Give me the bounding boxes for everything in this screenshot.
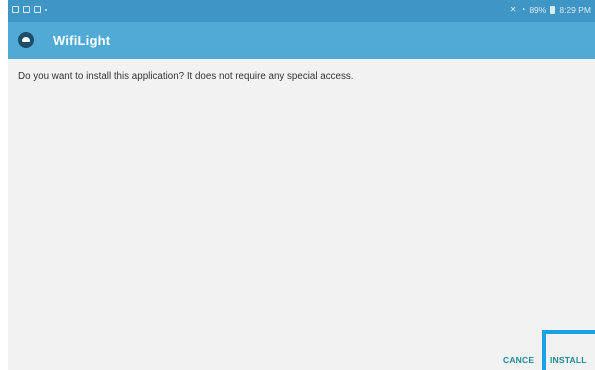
screen-icon [23,6,30,13]
install-message: Do you want to install this application?… [18,71,354,82]
clock: 8:29 PM [559,5,591,15]
image-icon [34,6,41,13]
mute-icon: ✕ [509,5,517,14]
status-bar: ✕ ◔ 89% 8:29 PM [8,0,595,22]
install-button[interactable]: INSTALL [550,355,587,365]
app-bar: WifiLight [8,22,595,59]
app-title: WifiLight [53,33,111,48]
installer-screen: ✕ ◔ 89% 8:29 PM WifiLight Do you want to… [8,0,595,370]
notification-icon [12,6,19,13]
android-icon [18,32,34,48]
status-left-icons [12,6,47,13]
cancel-button[interactable]: CANCE [503,355,534,365]
dot-icon [45,8,47,11]
battery-percent: 89% [529,5,547,15]
status-right: ✕ ◔ 89% 8:29 PM [510,5,591,15]
battery-icon [550,6,556,14]
wifi-icon: ◔ [520,5,526,14]
